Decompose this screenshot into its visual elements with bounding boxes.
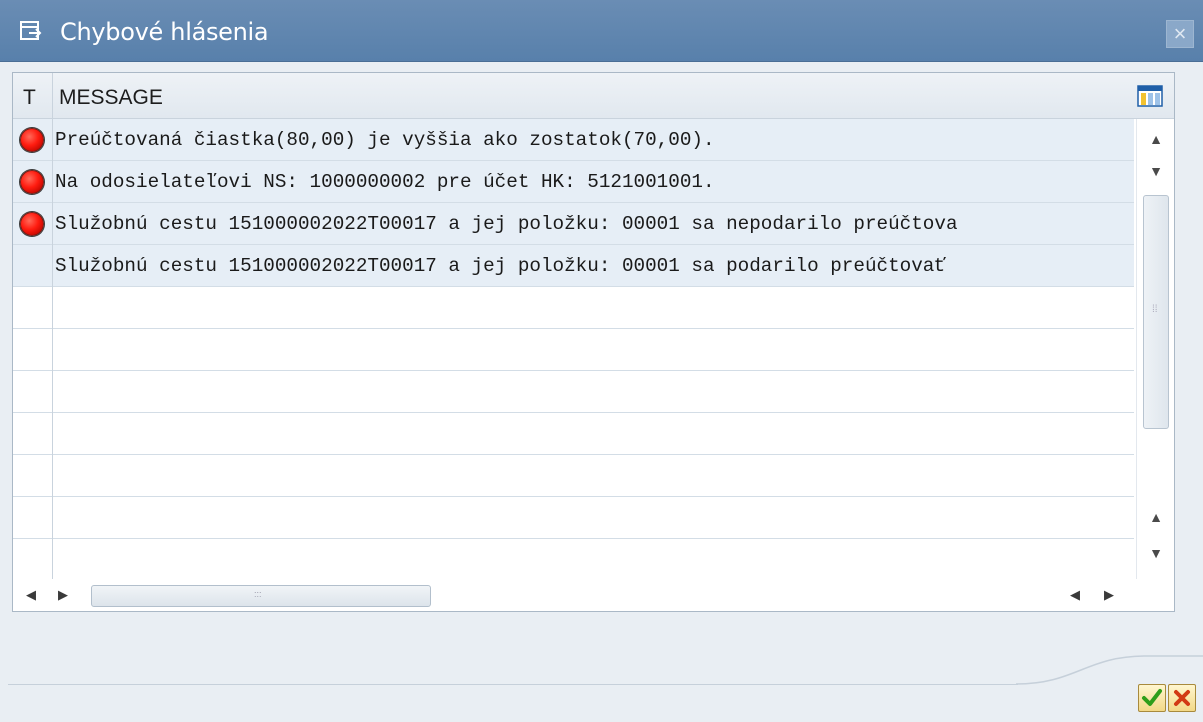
table-row[interactable]: Preúčtovaná čiastka(80,00) je vyššia ako… [13, 119, 1134, 161]
empty-row [13, 329, 1134, 371]
page-down-button[interactable]: ▼ [1137, 539, 1175, 567]
footer-decoration [1016, 655, 1203, 685]
row-type-cell [13, 119, 53, 161]
change-layout-button[interactable] [1137, 85, 1163, 107]
empty-row [13, 497, 1134, 539]
row-type-cell [13, 161, 53, 203]
red-light-icon [20, 170, 44, 194]
row-message: Služobnú cestu 151000002022T00017 a jej … [55, 255, 946, 277]
table-row[interactable]: Služobnú cestu 151000002022T00017 a jej … [13, 245, 1134, 287]
cross-icon [1174, 690, 1190, 706]
empty-row [13, 413, 1134, 455]
empty-row [13, 371, 1134, 413]
column-header-message[interactable]: MESSAGE [59, 86, 163, 110]
close-icon: × [1173, 21, 1187, 46]
scroll-left-button[interactable]: ◀ [21, 583, 41, 607]
empty-row [13, 455, 1134, 497]
empty-row [13, 287, 1134, 329]
red-light-icon [20, 212, 44, 236]
column-header-type[interactable]: T [13, 73, 53, 119]
message-table: T MESSAGE Preúčtovaná čiastka(80,00) je … [12, 72, 1175, 612]
grip-icon: ::: [254, 589, 262, 599]
page-up-button[interactable]: ▲ [1137, 503, 1175, 531]
table-body: Preúčtovaná čiastka(80,00) je vyššia ako… [13, 119, 1134, 579]
change-layout-icon [1137, 85, 1163, 107]
row-message: Preúčtovaná čiastka(80,00) je vyššia ako… [55, 129, 715, 151]
confirm-button[interactable] [1138, 684, 1166, 712]
dialog-window-icon [20, 21, 44, 41]
page-left-button[interactable]: ◀ [1065, 583, 1085, 607]
horizontal-scrollbar[interactable]: ◀ ▶ ::: ◀ ▶ [13, 579, 1136, 611]
row-type-cell [13, 245, 53, 287]
red-light-icon [20, 128, 44, 152]
close-button[interactable]: × [1166, 20, 1194, 48]
row-message: Služobnú cestu 151000002022T00017 a jej … [55, 213, 958, 235]
check-icon [1142, 689, 1162, 706]
scroll-right-button[interactable]: ▶ [53, 583, 73, 607]
row-message: Na odosielateľovi NS: 1000000002 pre úče… [55, 171, 715, 193]
scroll-down-button[interactable]: ▼ [1137, 157, 1175, 185]
footer-divider [8, 684, 1018, 685]
table-header: T MESSAGE [13, 73, 1174, 119]
scroll-up-button[interactable]: ▲ [1137, 125, 1175, 153]
row-type-cell [13, 203, 53, 245]
empty-row [13, 539, 1134, 579]
cancel-button[interactable] [1168, 684, 1196, 712]
table-row[interactable]: Na odosielateľovi NS: 1000000002 pre úče… [13, 161, 1134, 203]
horizontal-scroll-thumb[interactable]: ::: [91, 585, 431, 607]
page-right-button[interactable]: ▶ [1099, 583, 1119, 607]
dialog-title: Chybové hlásenia [60, 18, 269, 46]
vertical-scroll-thumb[interactable]: ⁞⁞ [1143, 195, 1169, 429]
vertical-scrollbar[interactable]: ▲ ▼ ⁞⁞ ▲ ▼ [1136, 119, 1174, 579]
table-row[interactable]: Služobnú cestu 151000002022T00017 a jej … [13, 203, 1134, 245]
grip-icon: ⁞⁞ [1152, 304, 1158, 315]
dialog-titlebar: Chybové hlásenia × [0, 0, 1203, 62]
